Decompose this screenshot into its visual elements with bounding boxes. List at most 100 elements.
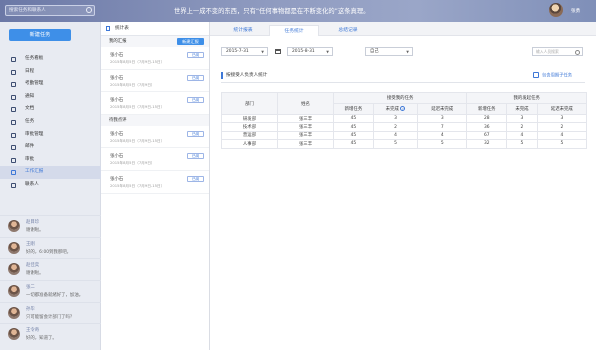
sidebar-item-mail[interactable]: 邮件 <box>0 141 101 154</box>
report-date: 2015年8月5日（7月9日-15日） <box>110 183 165 188</box>
col-dept: 部门 <box>221 92 278 115</box>
sidebar-item-work-report[interactable]: 工作汇报 <box>0 166 101 179</box>
cell-value: 4 <box>506 130 538 141</box>
table-row[interactable]: 人事部 张三丰 45 5 5 32 5 5 <box>221 139 588 149</box>
cell-value: 3 <box>536 113 588 124</box>
table-row[interactable]: 研发部 张三丰 45 3 3 28 3 3 <box>221 113 588 124</box>
contact-message: 谢谢啦。 <box>26 271 44 277</box>
contact-item[interactable]: 赵目珍 谢谢啦。 <box>0 215 101 237</box>
approval-icon <box>11 132 16 138</box>
report-status-badge: 已阅 <box>187 74 204 81</box>
date-from-select[interactable]: 2015-7-31 ▼ <box>221 47 268 56</box>
contact-avatar <box>8 285 20 298</box>
export-icon <box>533 72 539 78</box>
cell-value: 67 <box>466 130 508 141</box>
contact-avatar <box>8 263 20 276</box>
global-search-input[interactable]: 搜索任务和联系人 <box>5 5 95 16</box>
report-author: 张小石 <box>110 131 124 137</box>
report-date: 2015年8月5日（7月9日） <box>110 82 155 87</box>
cell-value: 4 <box>536 130 588 141</box>
report-item[interactable]: 张小石 2015年8月5日（7月9日-15日） 已阅 <box>101 47 209 70</box>
contact-item[interactable]: 张二 一切都准备就绪好了，加油。 <box>0 280 101 302</box>
contact-avatar <box>8 328 20 341</box>
sidebar-item-contacts[interactable]: 联系人 <box>0 179 101 192</box>
include-subtasks-toggle[interactable]: 包含周期子任务 <box>533 72 572 79</box>
contact-avatar <box>8 241 20 254</box>
date-to-select[interactable]: 2015-8-31 ▼ <box>287 47 333 56</box>
contact-item[interactable]: 孙毕 只可能留会计部门了吗？ <box>0 301 101 324</box>
contact-item[interactable]: 王刚 好的，6:00到我那吧。 <box>0 236 101 259</box>
new-report-button[interactable]: 新建汇报 <box>177 38 204 45</box>
contact-message: 只可能留会计部门了吗？ <box>26 314 75 320</box>
report-status-badge: 已阅 <box>187 97 204 104</box>
cell-name: 张三丰 <box>277 113 334 124</box>
tab-summary-records[interactable]: 总结记录 <box>323 25 373 36</box>
tab-stat-report[interactable]: 统计报表 <box>218 25 268 36</box>
cell-value: 3 <box>506 113 538 124</box>
help-icon[interactable]: ? <box>400 106 406 112</box>
contact-name: 王令奇 <box>26 328 40 334</box>
bell-icon <box>11 94 16 100</box>
cell-value: 2 <box>506 122 538 132</box>
sidebar-item-documents[interactable]: 文档 <box>0 103 101 116</box>
col-group-received: 接受我的任务 <box>332 91 468 105</box>
report-item[interactable]: 张小石 2015年8月5日（7月9日-15日） 已阅 <box>101 92 209 115</box>
sidebar-item-tasks[interactable]: 任务 <box>0 116 101 129</box>
dashboard-icon <box>11 57 16 62</box>
chevron-down-icon: ▼ <box>261 50 264 54</box>
top-bar: 搜索任务和联系人 世界上一成不变的东西，只有“任何事物都是在不断变化的”这条真理… <box>0 0 596 22</box>
sidebar-nav: 任务看板 日程 考勤管理 通知 文档 任务 审批管理 邮件 审批 工作汇报 联系… <box>0 53 101 192</box>
my-reports-header: 我的汇报 新建汇报 <box>101 36 209 47</box>
sidebar-item-dashboard[interactable]: 任务看板 <box>0 53 101 66</box>
sidebar-item-approval[interactable]: 审批 <box>0 154 101 167</box>
contact-name: 张二 <box>26 285 35 291</box>
user-name[interactable]: 张勇 <box>571 8 580 14</box>
contact-item[interactable]: 赵佳奕 谢谢啦。 <box>0 258 101 280</box>
contact-name: 赵佳奕 <box>26 263 40 269</box>
new-task-button[interactable]: 新建任务 <box>9 29 71 41</box>
contact-avatar <box>8 306 20 319</box>
report-author: 张小石 <box>110 154 124 160</box>
chevron-down-icon: ▼ <box>406 50 409 54</box>
cell-dept: 人事部 <box>221 139 278 149</box>
report-item[interactable]: 张小石 2015年8月5日（7月9日-15日） 已阅 <box>101 126 209 149</box>
cell-value: 45 <box>333 113 374 124</box>
col-name: 姓名 <box>277 92 334 115</box>
report-status-badge: 已阅 <box>187 52 204 58</box>
report-author: 张小石 <box>110 53 124 58</box>
col-group-initiated: 我的发起任务 <box>466 91 587 105</box>
col-delayed: 延迟未完成 <box>536 103 588 115</box>
report-date: 2015年8月5日（7月9日-15日） <box>110 138 165 143</box>
scope-select[interactable]: 自己 ▼ <box>365 47 413 56</box>
search-icon[interactable] <box>86 7 92 13</box>
report-status-badge: 已阅 <box>187 153 204 160</box>
cell-name: 张三丰 <box>277 130 334 141</box>
search-icon[interactable] <box>575 49 580 55</box>
sidebar-item-notice[interactable]: 通知 <box>0 91 101 104</box>
report-panel-header[interactable]: 统计表 <box>101 22 209 36</box>
sidebar-item-calendar[interactable]: 日程 <box>0 66 101 79</box>
tab-task-stats[interactable]: 任务统计 <box>269 25 319 36</box>
table-row[interactable]: 营运部 张三丰 45 4 4 67 4 4 <box>221 130 588 141</box>
cell-value: 5 <box>506 139 538 149</box>
cell-value: 5 <box>417 139 468 149</box>
report-item[interactable]: 张小石 2015年8月5日（7月9日） 已阅 <box>101 148 209 171</box>
sidebar-item-attendance[interactable]: 考勤管理 <box>0 78 101 91</box>
contact-item[interactable]: 王令奇 好的，知道了。 <box>0 323 101 345</box>
report-item[interactable]: 张小石 2015年8月5日（7月9日-15日） 已阅 <box>101 171 209 194</box>
sidebar-item-approval-manage[interactable]: 审批管理 <box>0 129 101 142</box>
calendar-icon[interactable] <box>275 49 281 54</box>
cell-value: 5 <box>536 139 588 149</box>
calendar-icon <box>11 69 16 75</box>
table-row[interactable]: 技术部 张三丰 45 2 7 36 2 2 <box>221 122 588 132</box>
person-search-input[interactable]: 输入人员搜索 <box>532 47 583 56</box>
cell-dept: 技术部 <box>221 122 278 132</box>
contact-avatar <box>8 220 20 232</box>
task-icon <box>11 119 16 125</box>
pending-reports-header: 待我点评 <box>101 114 209 126</box>
user-avatar[interactable] <box>549 3 563 17</box>
report-item[interactable]: 张小石 2015年8月5日（7月9日） 已阅 <box>101 70 209 93</box>
sidebar: 新建任务 任务看板 日程 考勤管理 通知 文档 任务 审批管理 邮件 审批 工作… <box>0 22 101 350</box>
contact-name: 王刚 <box>26 241 35 247</box>
task-stats-table: 部门 姓名 接受我的任务 我的发起任务 新增任务 未完成 ? 延迟未完成 新增任… <box>221 91 588 149</box>
